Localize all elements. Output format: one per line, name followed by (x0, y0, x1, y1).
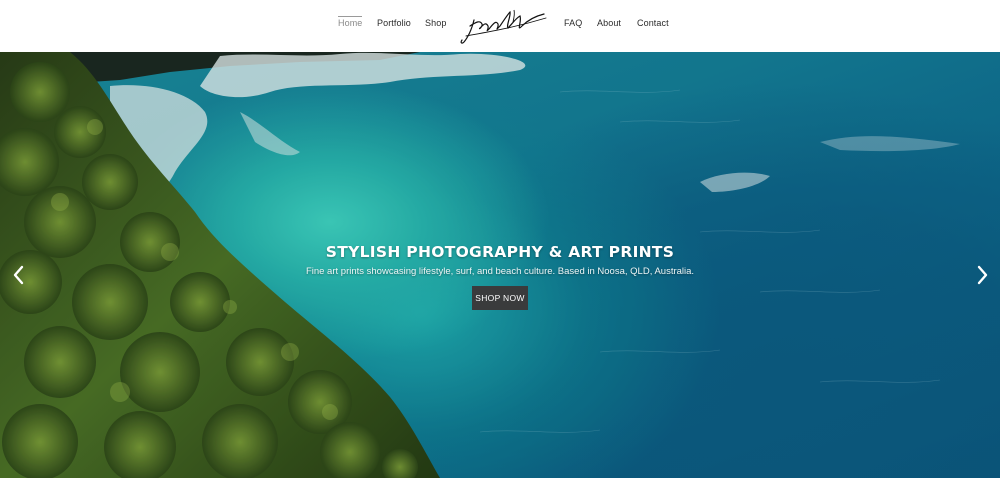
nav-home-link[interactable]: Home (338, 16, 363, 28)
top-navbar: Home Portfolio Shop FAQ About Contact (0, 0, 1000, 52)
shop-now-button[interactable]: SHOP NOW (472, 286, 528, 310)
hero-slider: STYLISH PHOTOGRAPHY & ART PRINTS Fine ar… (0, 52, 1000, 478)
signature-logo[interactable] (458, 6, 550, 46)
signature-logo-icon (460, 9, 547, 44)
chevron-right-icon (977, 265, 988, 285)
aerial-ocean-cliff-photo (0, 52, 1000, 478)
nav-faq-link[interactable]: FAQ (564, 18, 582, 28)
nav-shop-link[interactable]: Shop (425, 18, 446, 28)
slider-prev-button[interactable] (9, 264, 29, 286)
hero-subtitle: Fine art prints showcasing lifestyle, su… (305, 266, 695, 277)
slider-next-button[interactable] (972, 264, 992, 286)
hero-title: STYLISH PHOTOGRAPHY & ART PRINTS (325, 243, 675, 261)
nav-portfolio-link[interactable]: Portfolio (377, 18, 411, 28)
nav-contact-link[interactable]: Contact (637, 18, 669, 28)
nav-about-link[interactable]: About (597, 18, 621, 28)
chevron-left-icon (13, 265, 24, 285)
